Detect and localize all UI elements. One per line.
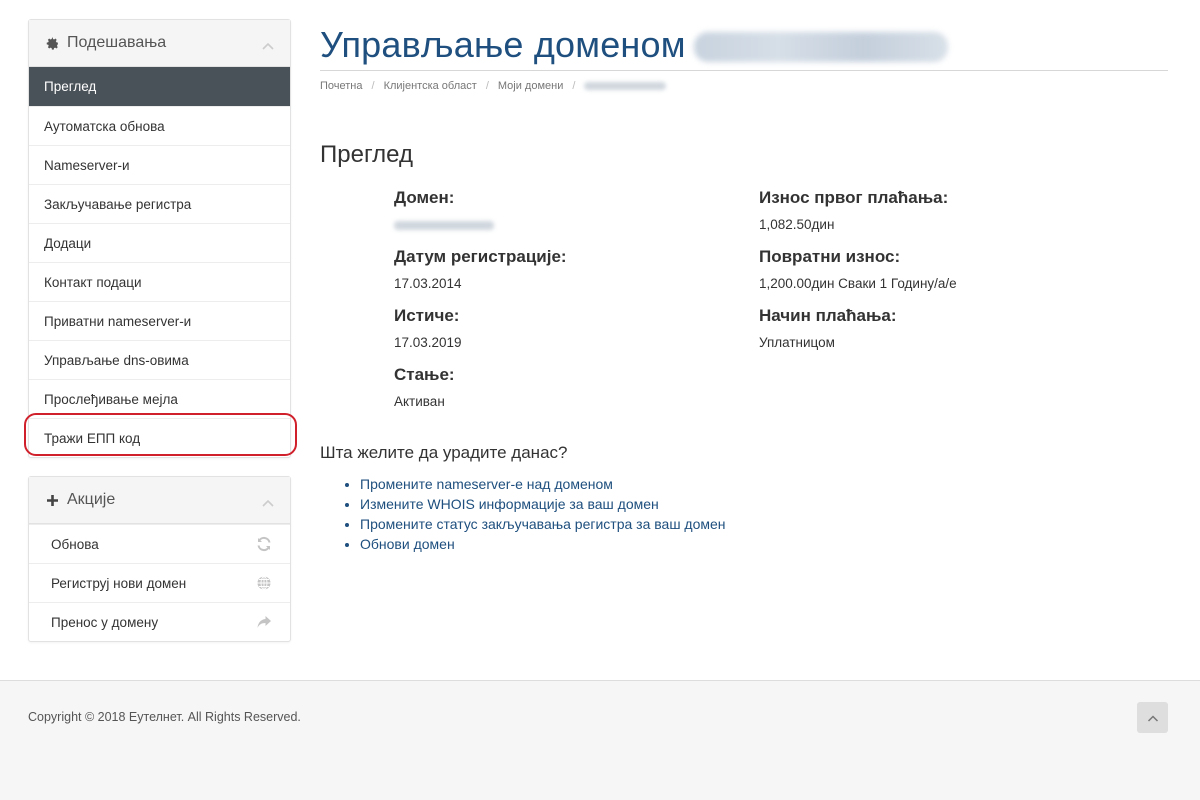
- info-value-registration-date: 17.03.2014: [394, 276, 462, 291]
- sidebar-item-label: Аутоматска обнова: [44, 118, 165, 134]
- sidebar-item-epp-code[interactable]: Тражи ЕПП код: [29, 418, 290, 457]
- action-label: Региструј нови домен: [51, 575, 187, 591]
- list-item: Промените nameserver-е над доменом: [360, 474, 726, 494]
- redacted-domain: [394, 220, 494, 230]
- breadcrumb: Почетна / Клијентска област / Моји домен…: [320, 80, 667, 92]
- sidebar-item-private-nameservers[interactable]: Приватни nameserver-и: [29, 301, 290, 340]
- actions-question: Шта желите да урадите данас?: [320, 443, 568, 462]
- actions-panel-title: Акције: [67, 491, 116, 508]
- sidebar-item-label: Приватни nameserver-и: [44, 313, 192, 329]
- info-label-payment-method: Начин плаћања:: [759, 306, 897, 325]
- breadcrumb-separator: /: [572, 80, 576, 92]
- breadcrumb-separator: /: [371, 80, 375, 92]
- sidebar-item-addons[interactable]: Додаци: [29, 223, 290, 262]
- breadcrumb-current-redacted: [584, 82, 667, 90]
- chevron-up-icon: [1147, 709, 1159, 727]
- info-value-domain: [394, 212, 567, 245]
- action-label: Обнова: [51, 536, 99, 552]
- refresh-icon: [256, 536, 272, 552]
- info-label-registration-date: Датум регистрације:: [394, 247, 567, 266]
- settings-panel: Подешавања Преглед Аутоматска обнова Nam…: [28, 19, 291, 458]
- quick-links-list: Промените nameserver-е над доменом Измен…: [360, 474, 726, 554]
- sidebar-item-label: Закључавање регистра: [44, 196, 192, 212]
- sidebar-item-dns-management[interactable]: Управљање dns-овима: [29, 340, 290, 379]
- breadcrumb-client-area[interactable]: Клијентска област: [384, 80, 477, 92]
- sidebar-item-label: Преглед: [44, 79, 97, 94]
- sidebar-item-contact-info[interactable]: Контакт подаци: [29, 262, 290, 301]
- footer: Copyright © 2018 Еутелнет. All Rights Re…: [0, 680, 1200, 800]
- actions-panel: Акције Обнова Региструј нови домен Прено…: [28, 476, 291, 642]
- list-item: Обнови домен: [360, 534, 726, 554]
- back-to-top-button[interactable]: [1137, 702, 1168, 733]
- info-label-domain: Домен:: [394, 188, 455, 207]
- link-renew-domain[interactable]: Обнови домен: [360, 536, 455, 552]
- info-label-first-payment: Износ првог плаћања:: [759, 188, 949, 207]
- info-value-status: Активан: [394, 394, 445, 409]
- list-item: Промените статус закључавања регистра за…: [360, 514, 726, 534]
- info-value-recurring-amount: 1,200.00дин Сваки 1 Годину/а/е: [759, 276, 957, 291]
- copyright-text: Copyright © 2018 Еутелнет. All Rights Re…: [28, 710, 301, 724]
- sidebar-item-label: Контакт подаци: [44, 274, 142, 290]
- info-value-expiry: 17.03.2019: [394, 335, 462, 350]
- action-transfer-domain[interactable]: Пренос у домену: [29, 602, 290, 641]
- breadcrumb-home[interactable]: Почетна: [320, 80, 363, 92]
- sidebar-item-overview[interactable]: Преглед: [29, 67, 290, 106]
- sidebar-item-label: Додаци: [44, 235, 92, 251]
- action-register-domain[interactable]: Региструј нови домен: [29, 563, 290, 602]
- actions-panel-header[interactable]: Акције: [29, 477, 290, 524]
- section-title: Преглед: [320, 141, 413, 168]
- list-item: Измените WHOIS информације за ваш домен: [360, 494, 726, 514]
- title-divider: [320, 70, 1168, 71]
- action-label: Пренос у домену: [51, 614, 159, 630]
- info-label-recurring-amount: Повратни износ:: [759, 247, 901, 266]
- sidebar-item-email-forwarding[interactable]: Прослеђивање мејла: [29, 379, 290, 418]
- overview-left-column: Домен: Датум регистрације: 17.03.2014 Ис…: [394, 186, 567, 422]
- link-registrar-lock[interactable]: Промените статус закључавања регистра за…: [360, 516, 726, 532]
- globe-icon: [256, 575, 272, 591]
- info-label-expiry: Истиче:: [394, 306, 460, 325]
- overview-right-column: Износ првог плаћања: 1,082.50дин Повратн…: [759, 186, 957, 363]
- chevron-up-icon[interactable]: [262, 37, 274, 50]
- info-value-first-payment: 1,082.50дин: [759, 217, 835, 232]
- chevron-up-icon[interactable]: [262, 494, 274, 507]
- sidebar-item-label: Прослеђивање мејла: [44, 391, 178, 407]
- settings-panel-header[interactable]: Подешавања: [29, 20, 290, 67]
- breadcrumb-my-domains[interactable]: Моји домени: [498, 80, 563, 92]
- info-value-payment-method: Уплатницом: [759, 335, 835, 350]
- page-title: Управљање доменом: [320, 24, 948, 66]
- plus-icon: [45, 493, 59, 507]
- gear-icon: [45, 36, 59, 50]
- sidebar-item-registrar-lock[interactable]: Закључавање регистра: [29, 184, 290, 223]
- action-renew[interactable]: Обнова: [29, 524, 290, 563]
- breadcrumb-separator: /: [485, 80, 489, 92]
- page-title-text: Управљање доменом: [320, 24, 686, 65]
- sidebar-item-auto-renew[interactable]: Аутоматска обнова: [29, 106, 290, 145]
- sidebar-item-label: Управљање dns-овима: [44, 352, 189, 368]
- link-edit-whois[interactable]: Измените WHOIS информације за ваш домен: [360, 496, 659, 512]
- sidebar-item-nameservers[interactable]: Nameserver-и: [29, 145, 290, 184]
- settings-panel-title: Подешавања: [67, 34, 167, 51]
- sidebar-item-label: Nameserver-и: [44, 157, 130, 173]
- info-label-status: Стање:: [394, 365, 455, 384]
- sidebar-item-label: Тражи ЕПП код: [44, 430, 141, 446]
- share-arrow-icon: [256, 614, 272, 630]
- link-change-nameservers[interactable]: Промените nameserver-е над доменом: [360, 476, 613, 492]
- redacted-domain: [693, 32, 948, 63]
